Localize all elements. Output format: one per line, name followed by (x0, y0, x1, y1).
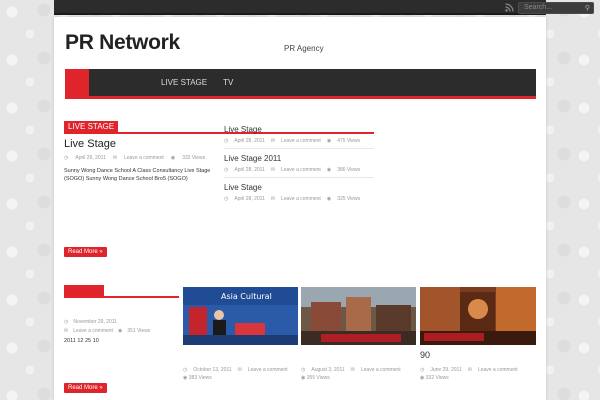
feature-comments[interactable]: Leave a comment (124, 155, 164, 161)
list-item-comments[interactable]: Leave a comment (281, 167, 321, 173)
date-icon: ◷ (224, 196, 229, 202)
comment-icon: ✉ (237, 367, 242, 373)
date-icon: ◷ (420, 367, 425, 373)
eye-icon: ◉ (117, 328, 123, 334)
thumb-title[interactable]: 90 (420, 350, 536, 361)
thumb-meta: ◷ August 3, 2011 ✉ Leave a comment (301, 367, 401, 373)
thumb-views-value: 332 Views (425, 375, 449, 381)
list-item-title[interactable]: Live Stage (224, 125, 374, 135)
list-item-date: April 28, 2011 (234, 138, 265, 144)
comment-icon: ✉ (64, 328, 69, 334)
nav-item-7[interactable] (283, 69, 325, 96)
list-item-views: 386 Views (337, 167, 361, 173)
list-item[interactable]: Live Stage ◷ April 28, 2011 ✉ Leave a co… (224, 125, 374, 149)
date-icon: ◷ (224, 167, 229, 173)
comment-icon: ✉ (467, 367, 472, 373)
search-icon[interactable]: ⚲ (585, 4, 590, 14)
nav-item-tv[interactable]: TV (215, 69, 241, 96)
list-item-views: 475 Views (337, 138, 361, 144)
divider (224, 148, 374, 149)
nav-item-3[interactable] (121, 69, 153, 96)
site-tagline: PR Agency (284, 44, 324, 53)
thumb-views: ◉ 332 Views (420, 375, 449, 381)
top-bar: Search... ⚲ (54, 0, 594, 15)
eye-icon: ◉ (183, 375, 188, 381)
thumb-meta: ◷ June 29, 2011 ✉ Leave a comment (420, 367, 518, 373)
thumb-date: August 3, 2011 (311, 367, 345, 373)
feature-excerpt: Sunny Wong Dance School A Class Consulta… (64, 168, 211, 183)
list-item-comments[interactable]: Leave a comment (281, 138, 321, 144)
thumb-date: October 13, 2011 (193, 367, 232, 373)
thumb-comments[interactable]: Leave a comment (478, 367, 518, 373)
comment-icon: ✉ (350, 367, 355, 373)
site-title[interactable]: PR Network (65, 31, 180, 55)
date-icon: ◷ (183, 367, 188, 373)
date-icon: ◷ (64, 155, 69, 161)
eye-icon: ◉ (170, 155, 176, 161)
feature-meta: ◷ April 29, 2011 ✉ Leave a comment ◉ 332… (64, 155, 205, 161)
list-item-title[interactable]: Live Stage (224, 183, 374, 193)
feature-date: November 29, 2011 (73, 319, 117, 325)
eye-icon: ◉ (326, 196, 332, 202)
feature-title[interactable] (64, 303, 144, 316)
nav-item-live-stage[interactable]: LIVE STAGE (153, 69, 215, 96)
thumb-views-value: 355 Views (306, 375, 330, 381)
main-container: PR Network PR Agency LIVE STAGE TV LIVE … (54, 17, 546, 400)
list-item[interactable]: Live Stage 2011 ◷ April 28, 2011 ✉ Leave… (224, 154, 374, 178)
thumbnail-image[interactable]: Asia Cultural (183, 287, 298, 345)
thumb-views-value: 383 Views (188, 375, 212, 381)
date-icon: ◷ (64, 319, 69, 325)
eye-icon: ◉ (326, 138, 332, 144)
nav-item-home[interactable] (65, 69, 89, 96)
thumb-comments[interactable]: Leave a comment (361, 367, 401, 373)
comment-icon: ✉ (112, 155, 118, 161)
eye-icon: ◉ (326, 167, 332, 173)
eye-icon: ◉ (420, 375, 425, 381)
feature-excerpt: 2011 12 25 10 (64, 338, 99, 344)
banner-text: Asia Cultural (221, 292, 272, 301)
feature-views: 332 Views (182, 155, 206, 161)
list-item[interactable]: Live Stage ◷ April 28, 2011 ✉ Leave a co… (224, 183, 374, 202)
read-more-button[interactable]: Read More » (64, 383, 107, 393)
thumb-date: June 29, 2011 (430, 367, 462, 373)
thumb-title[interactable] (301, 350, 416, 361)
comment-icon: ✉ (270, 138, 276, 144)
feature-views: 351 Views (127, 328, 151, 334)
feature-comments[interactable]: Leave a comment (73, 328, 113, 334)
main-nav: LIVE STAGE TV (65, 69, 536, 99)
list-item-comments[interactable]: Leave a comment (281, 196, 321, 202)
thumb-comments[interactable]: Leave a comment (248, 367, 288, 373)
nav-item-2[interactable] (89, 69, 121, 96)
thumb-views: ◉ 355 Views (301, 375, 330, 381)
thumb-title[interactable] (183, 350, 298, 361)
read-more-button[interactable]: Read More » (64, 247, 107, 257)
list-item-views: 325 Views (337, 196, 361, 202)
thumbnail-image[interactable] (420, 287, 536, 345)
feature-title[interactable]: Live Stage (64, 138, 116, 150)
rss-icon[interactable] (505, 3, 514, 12)
date-icon: ◷ (301, 367, 306, 373)
comment-icon: ✉ (270, 167, 276, 173)
section-label[interactable] (64, 285, 104, 296)
search-input[interactable]: Search... ⚲ (518, 2, 594, 14)
list-item-title[interactable]: Live Stage 2011 (224, 154, 374, 164)
section-heading-2 (64, 285, 179, 298)
divider (224, 177, 374, 178)
nav-item-6[interactable] (241, 69, 283, 96)
thumb-meta: ◷ October 13, 2011 ✉ Leave a comment (183, 367, 288, 373)
eye-icon: ◉ (301, 375, 306, 381)
list-item-date: April 28, 2011 (234, 167, 265, 173)
list-item-date: April 28, 2011 (234, 196, 265, 202)
thumbnail-image[interactable] (301, 287, 416, 345)
date-icon: ◷ (224, 138, 229, 144)
feature-meta: ◷ November 29, 2011 ✉ Leave a comment ◉ … (64, 319, 150, 334)
comment-icon: ✉ (270, 196, 276, 202)
section-label[interactable]: LIVE STAGE (64, 121, 119, 132)
search-placeholder: Search... (524, 4, 553, 11)
feature-date: April 29, 2011 (75, 155, 106, 161)
thumb-views: ◉ 383 Views (183, 375, 212, 381)
